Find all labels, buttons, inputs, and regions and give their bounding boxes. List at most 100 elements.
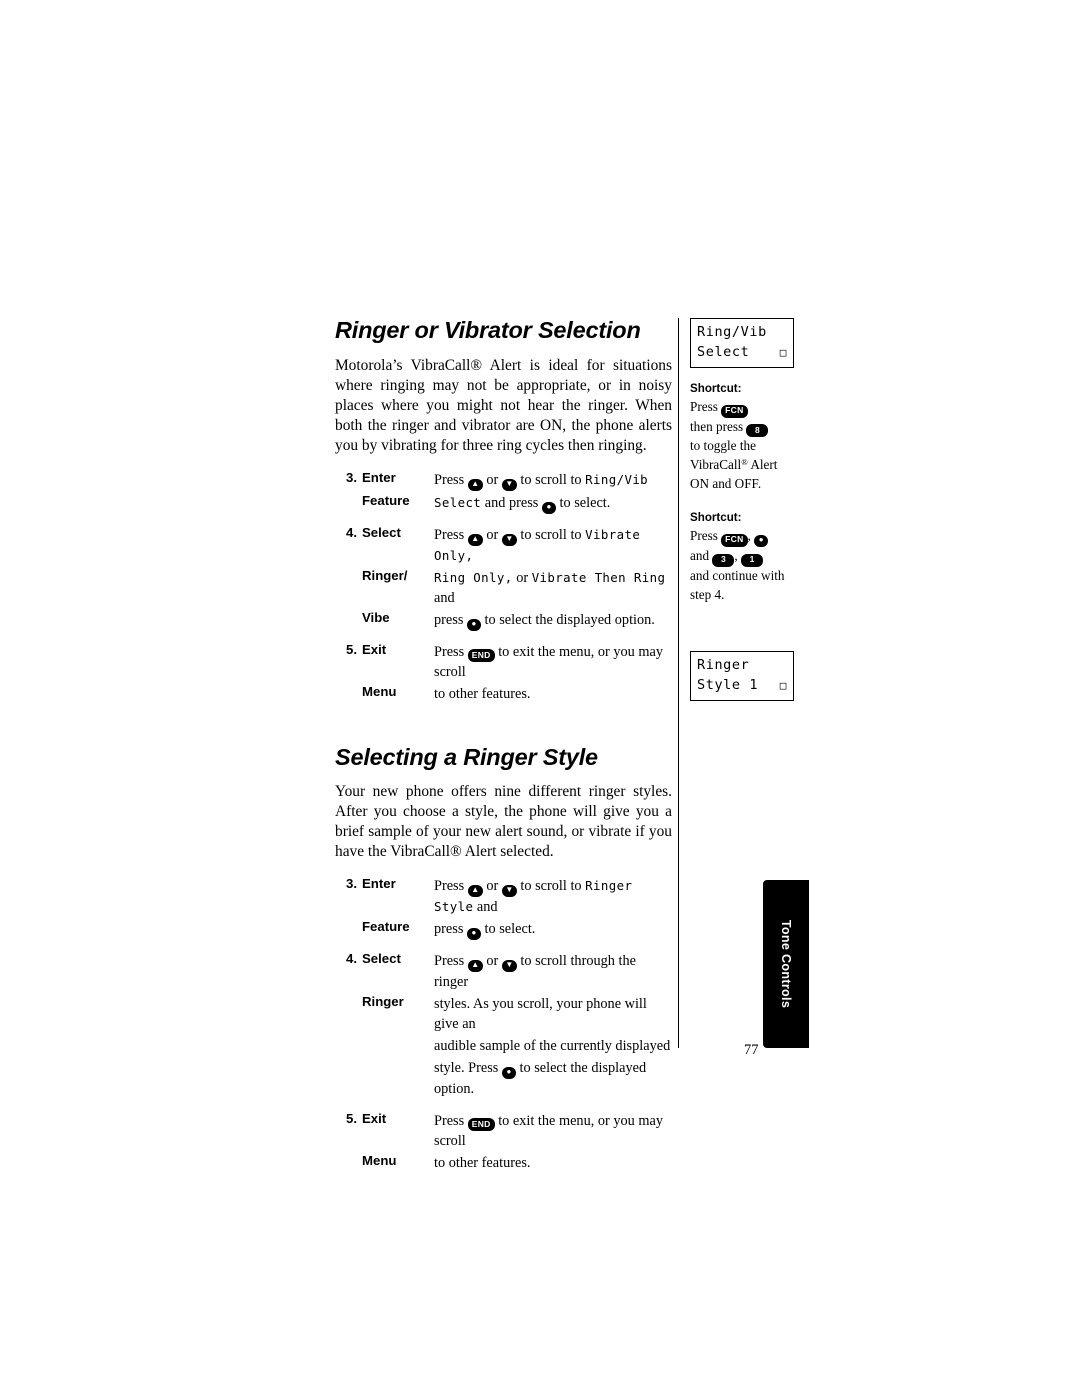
step-text: Press	[434, 1112, 465, 1129]
main-content-column: Ringer or Vibrator Selection Motorola’s …	[335, 317, 672, 1183]
table-row: Feature Select and press ● to select.	[335, 493, 672, 516]
step-label-cont: Vibe	[362, 609, 390, 625]
step-text: Press	[434, 643, 465, 660]
step-text: or	[486, 878, 499, 895]
table-row: 4. Select Press ▲ or ▼ to scroll to Vibr…	[335, 525, 672, 568]
step-number-blank	[335, 919, 362, 942]
row-spacer	[335, 942, 672, 951]
column-divider	[678, 318, 679, 1048]
table-row: style. Press ● to select the displayed o…	[335, 1058, 672, 1101]
step-number: 5.	[346, 1110, 357, 1126]
step-label: Enter	[362, 876, 396, 892]
step-text: to select the displayed option.	[484, 611, 655, 628]
select-key-icon: ●	[754, 535, 769, 548]
page-title-ringer-style: Selecting a Ringer Style	[335, 743, 598, 770]
intro-paragraph-ringer-vibrator: Motorola’s VibraCall® Alert is ideal for…	[335, 356, 672, 454]
shortcut-line: to toggle the	[690, 438, 756, 454]
select-key-icon: ●	[501, 1067, 516, 1080]
step-description: Press ▲ or ▼ to scroll to Ring/Vib	[434, 470, 672, 493]
step-text: or	[516, 569, 529, 586]
step-description: Press END to exit the menu, or you may s…	[434, 642, 672, 685]
registered-mark: ®	[741, 457, 748, 467]
shortcut-line: step 4.	[690, 586, 725, 602]
manual-page: Ringer or Vibrator Selection Motorola’s …	[0, 0, 1080, 1397]
shortcut-note-vibracall: Shortcut: Press FCN then press 8 to togg…	[690, 382, 810, 493]
step-label-cont: Ringer	[362, 994, 404, 1010]
step-text: to scroll to	[520, 878, 582, 895]
step-description-cont: press ● to select.	[434, 919, 672, 942]
shortcut-title: Shortcut:	[690, 382, 742, 396]
step-number-blank	[335, 568, 362, 610]
step-description-cont: to other features.	[434, 686, 531, 703]
step-label-cont: Feature	[362, 919, 410, 935]
step-text: to exit the menu, or you may scroll	[434, 1112, 663, 1150]
step-description: Press END to exit the menu, or you may s…	[434, 1111, 672, 1154]
step-number-blank	[335, 1036, 362, 1058]
table-row: Menu to other features.	[335, 1153, 672, 1175]
table-row: Ringer/ Ring Only, or Vibrate Then Ring …	[335, 568, 672, 610]
shortcut-line: VibraCall® Alert	[690, 456, 778, 472]
table-row: Ringer styles. As you scroll, your phone…	[335, 994, 672, 1036]
row-spacer	[335, 1102, 672, 1111]
end-key-icon: END	[467, 649, 495, 663]
lcd-line-1: Ringer	[697, 657, 750, 674]
step-text: or	[486, 953, 499, 970]
nav-up-key-icon: ▲	[467, 533, 483, 546]
nav-down-key-icon: ▼	[501, 533, 517, 546]
step-text: to scroll through the ringer	[434, 953, 636, 991]
step-text: or	[486, 471, 499, 488]
step-description-cont: press ● to select the displayed option.	[434, 610, 672, 633]
step-text: and	[434, 589, 455, 606]
step-number: 4.	[346, 951, 357, 967]
number-key-3-icon: 3	[712, 553, 735, 567]
table-row: 5. Exit Press END to exit the menu, or y…	[335, 1111, 672, 1154]
shortcut-text: and	[690, 548, 710, 564]
nav-down-key-icon: ▼	[501, 478, 517, 491]
fcn-key-icon: FCN	[721, 533, 748, 547]
chapter-thumb-tab: Tone Controls	[763, 880, 809, 1048]
step-description: Press ▲ or ▼ to scroll to Vibrate Only,	[434, 525, 672, 568]
table-row: 3. Enter Press ▲ or ▼ to scroll to Ring/…	[335, 470, 672, 493]
step-number-blank	[335, 610, 362, 633]
step-number: 4.	[346, 524, 357, 540]
lcd-line-2-row: Style 1 □	[697, 676, 787, 696]
shortcut-text: Press	[690, 399, 718, 415]
table-row: 3. Enter Press ▲ or ▼ to scroll to Ringe…	[335, 876, 672, 919]
step-description-cont: to other features.	[434, 1155, 531, 1172]
step-label-cont: Feature	[362, 492, 410, 508]
step-text: to scroll to	[520, 526, 582, 543]
steps-table-ringer-style: 3. Enter Press ▲ or ▼ to scroll to Ringe…	[335, 876, 672, 1175]
shortcut-line: and continue with	[690, 567, 785, 583]
select-key-icon: ●	[466, 618, 481, 631]
step-number-blank	[335, 1058, 362, 1101]
page-title-ringer-vibrator: Ringer or Vibrator Selection	[335, 317, 641, 343]
step-label: Enter	[362, 469, 396, 485]
step-text: Press	[434, 526, 465, 543]
table-row: 5. Exit Press END to exit the menu, or y…	[335, 642, 672, 685]
row-spacer	[335, 633, 672, 642]
step-label: Select	[362, 524, 401, 540]
menu-indicator-icon: □	[779, 679, 787, 693]
steps-table-ringer-vibrator: 3. Enter Press ▲ or ▼ to scroll to Ring/…	[335, 470, 672, 707]
step-number: 3.	[346, 876, 357, 892]
shortcut-title: Shortcut:	[690, 511, 742, 525]
step-text: press	[434, 611, 464, 628]
nav-up-key-icon: ▲	[467, 885, 483, 898]
step-label-cont: Menu	[362, 684, 397, 700]
step-text: to exit the menu, or you may scroll	[434, 643, 663, 681]
shortcut-line: Press FCN, ●	[690, 527, 810, 548]
table-row: Vibe press ● to select the displayed opt…	[335, 610, 672, 633]
comma: ,	[747, 528, 751, 544]
table-row: 4. Select Press ▲ or ▼ to scroll through…	[335, 951, 672, 994]
select-key-icon: ●	[541, 501, 556, 514]
number-key-8-icon: 8	[746, 424, 769, 438]
step-text: Press	[434, 471, 465, 488]
step-label-cont: Ringer/	[362, 567, 408, 583]
shortcut-text: Press	[690, 528, 718, 544]
step-text: and press	[484, 494, 539, 511]
step-description: Press ▲ or ▼ to scroll through the ringe…	[434, 951, 672, 994]
shortcut-line: and 3, 1	[690, 547, 810, 567]
lcd-text: Ring Only,	[434, 569, 513, 585]
lcd-text: Select	[434, 494, 482, 510]
step-number-blank	[335, 1153, 362, 1175]
